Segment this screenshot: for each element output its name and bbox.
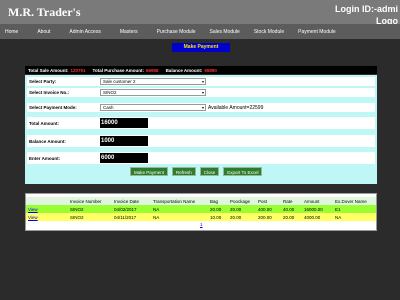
cell-amount: 4000.00 <box>304 214 321 220</box>
brand-title: M.R. Trader's <box>8 5 81 19</box>
mode-select-value: Cash <box>103 105 114 110</box>
login-id-label: Login ID:-admi <box>335 4 398 14</box>
cell-invoice-number: SINO2 <box>70 206 84 212</box>
nav-home[interactable]: Home <box>5 29 18 35</box>
available-amount: Available Amount=22599 <box>208 104 264 111</box>
total-sale-value: 120791 <box>70 67 86 73</box>
enter-amount-field[interactable]: 6000 <box>100 153 148 163</box>
balance-label: Balance Amount: <box>165 67 203 73</box>
payment-form: Select Party: Sale customer 2 ▾ Select I… <box>25 75 377 184</box>
nav-sales-module[interactable]: Sales Module <box>210 29 240 35</box>
chevron-down-icon: ▾ <box>201 90 204 95</box>
balance-amount-field[interactable]: 1000 <box>100 136 148 146</box>
invoice-row: Select Invoice No.: SINO2 ▾ <box>27 88 375 97</box>
export-excel-button[interactable]: Export To Excel <box>223 167 263 176</box>
party-select[interactable]: Sale customer 2 ▾ <box>100 78 206 85</box>
col-transportation: Transportation Name <box>153 198 196 204</box>
cell-package: 20.00 <box>230 206 242 212</box>
header-bar: M.R. Trader's Login ID:-admi Logo <box>0 0 400 26</box>
make-payment-button[interactable]: Make Payment <box>130 167 169 176</box>
cell-rate: 20.00 <box>283 214 295 220</box>
balance-value: 55890 <box>204 67 217 73</box>
col-amount: Amount <box>304 198 320 204</box>
nav-about[interactable]: About <box>37 29 50 35</box>
table-header: Invoice Number Invoice Date Transportati… <box>26 197 376 205</box>
enter-amount-label: Enter Amount: <box>29 155 61 161</box>
col-post: Post <box>258 198 268 204</box>
cell-exdover: NA <box>335 214 342 220</box>
cell-post: 400.00 <box>258 206 272 212</box>
cell-exdover: E1 <box>335 206 341 212</box>
col-invoice-date: Invoice Date <box>114 198 140 204</box>
cell-invoice-date: 04/02/2017 <box>114 206 137 212</box>
page-title: Make Payment <box>172 43 230 52</box>
cell-rate: 40.00 <box>283 206 295 212</box>
totals-bar: Total Sale Amount: 120791 Total Purchase… <box>25 66 377 74</box>
col-invoice-number: Invoice Number <box>70 198 102 204</box>
cell-package: 20.00 <box>230 214 242 220</box>
nav-admin-access[interactable]: Admin Access <box>69 29 100 35</box>
form-buttons: Make Payment Refresh Close Export To Exc… <box>130 167 263 176</box>
total-amount-field[interactable]: 16000 <box>100 118 148 128</box>
cell-bag: 10.00 <box>210 214 222 220</box>
total-amount-label: Total Amount: <box>29 120 59 126</box>
mode-label: Select Payment Mode: <box>29 105 77 110</box>
cell-invoice-number: SINO2 <box>70 214 84 220</box>
party-select-value: Sale customer 2 <box>103 79 136 84</box>
mode-select[interactable]: Cash ▾ <box>100 104 206 111</box>
cell-transportation: NA <box>153 206 160 212</box>
col-bag: Bag <box>210 198 219 204</box>
chevron-down-icon: ▾ <box>201 79 204 84</box>
invoice-select-value: SINO2 <box>103 90 117 95</box>
cell-invoice-date: 04/11/2017 <box>114 214 137 220</box>
party-label: Select Party: <box>29 79 57 84</box>
cell-transportation: NA <box>153 214 160 220</box>
view-link[interactable]: View <box>28 207 38 212</box>
nav-purchase-module[interactable]: Purchase Module <box>157 29 196 35</box>
col-rate: Rate <box>283 198 293 204</box>
close-button[interactable]: Close <box>199 167 220 176</box>
cell-post: 200.00 <box>258 214 272 220</box>
invoice-select[interactable]: SINO2 ▾ <box>100 89 206 96</box>
balance-amount-label: Balance Amount: <box>29 138 66 144</box>
total-row: Total Amount: 16000 <box>27 117 375 129</box>
invoice-label: Select Invoice No.: <box>29 90 70 95</box>
col-exdover: Ex.Dover Name <box>335 198 367 204</box>
balance-row: Balance Amount: 1000 <box>27 135 375 147</box>
total-purchase-label: Total Purchase Amount: <box>92 67 145 73</box>
table-row: View SINO2 04/11/2017 NA 10.00 20.00 200… <box>26 213 376 221</box>
chevron-down-icon: ▾ <box>201 105 204 110</box>
view-link[interactable]: View <box>28 215 38 220</box>
total-purchase-value: 66958 <box>146 67 159 73</box>
col-package: Poockage <box>230 198 251 204</box>
cell-bag: 20.00 <box>210 206 222 212</box>
refresh-button[interactable]: Refresh <box>172 167 196 176</box>
pager-page-1[interactable]: 1 <box>200 222 203 227</box>
nav-stock-module[interactable]: Stock Module <box>254 29 284 35</box>
payments-table: Invoice Number Invoice Date Transportati… <box>25 193 377 231</box>
nav-payment-module[interactable]: Payment Module <box>298 29 336 35</box>
nav-masters[interactable]: Masters <box>120 29 138 35</box>
table-row: View SINO2 04/02/2017 NA 20.00 20.00 400… <box>26 205 376 213</box>
enter-row: Enter Amount: 6000 <box>27 152 375 164</box>
mode-row: Select Payment Mode: Cash ▾ Available Am… <box>27 103 375 112</box>
main-nav: Home About Admin Access Masters Purchase… <box>0 24 400 39</box>
party-row: Select Party: Sale customer 2 ▾ <box>27 77 375 86</box>
total-sale-label: Total Sale Amount: <box>28 67 69 73</box>
cell-amount: 16000.00 <box>304 206 323 212</box>
